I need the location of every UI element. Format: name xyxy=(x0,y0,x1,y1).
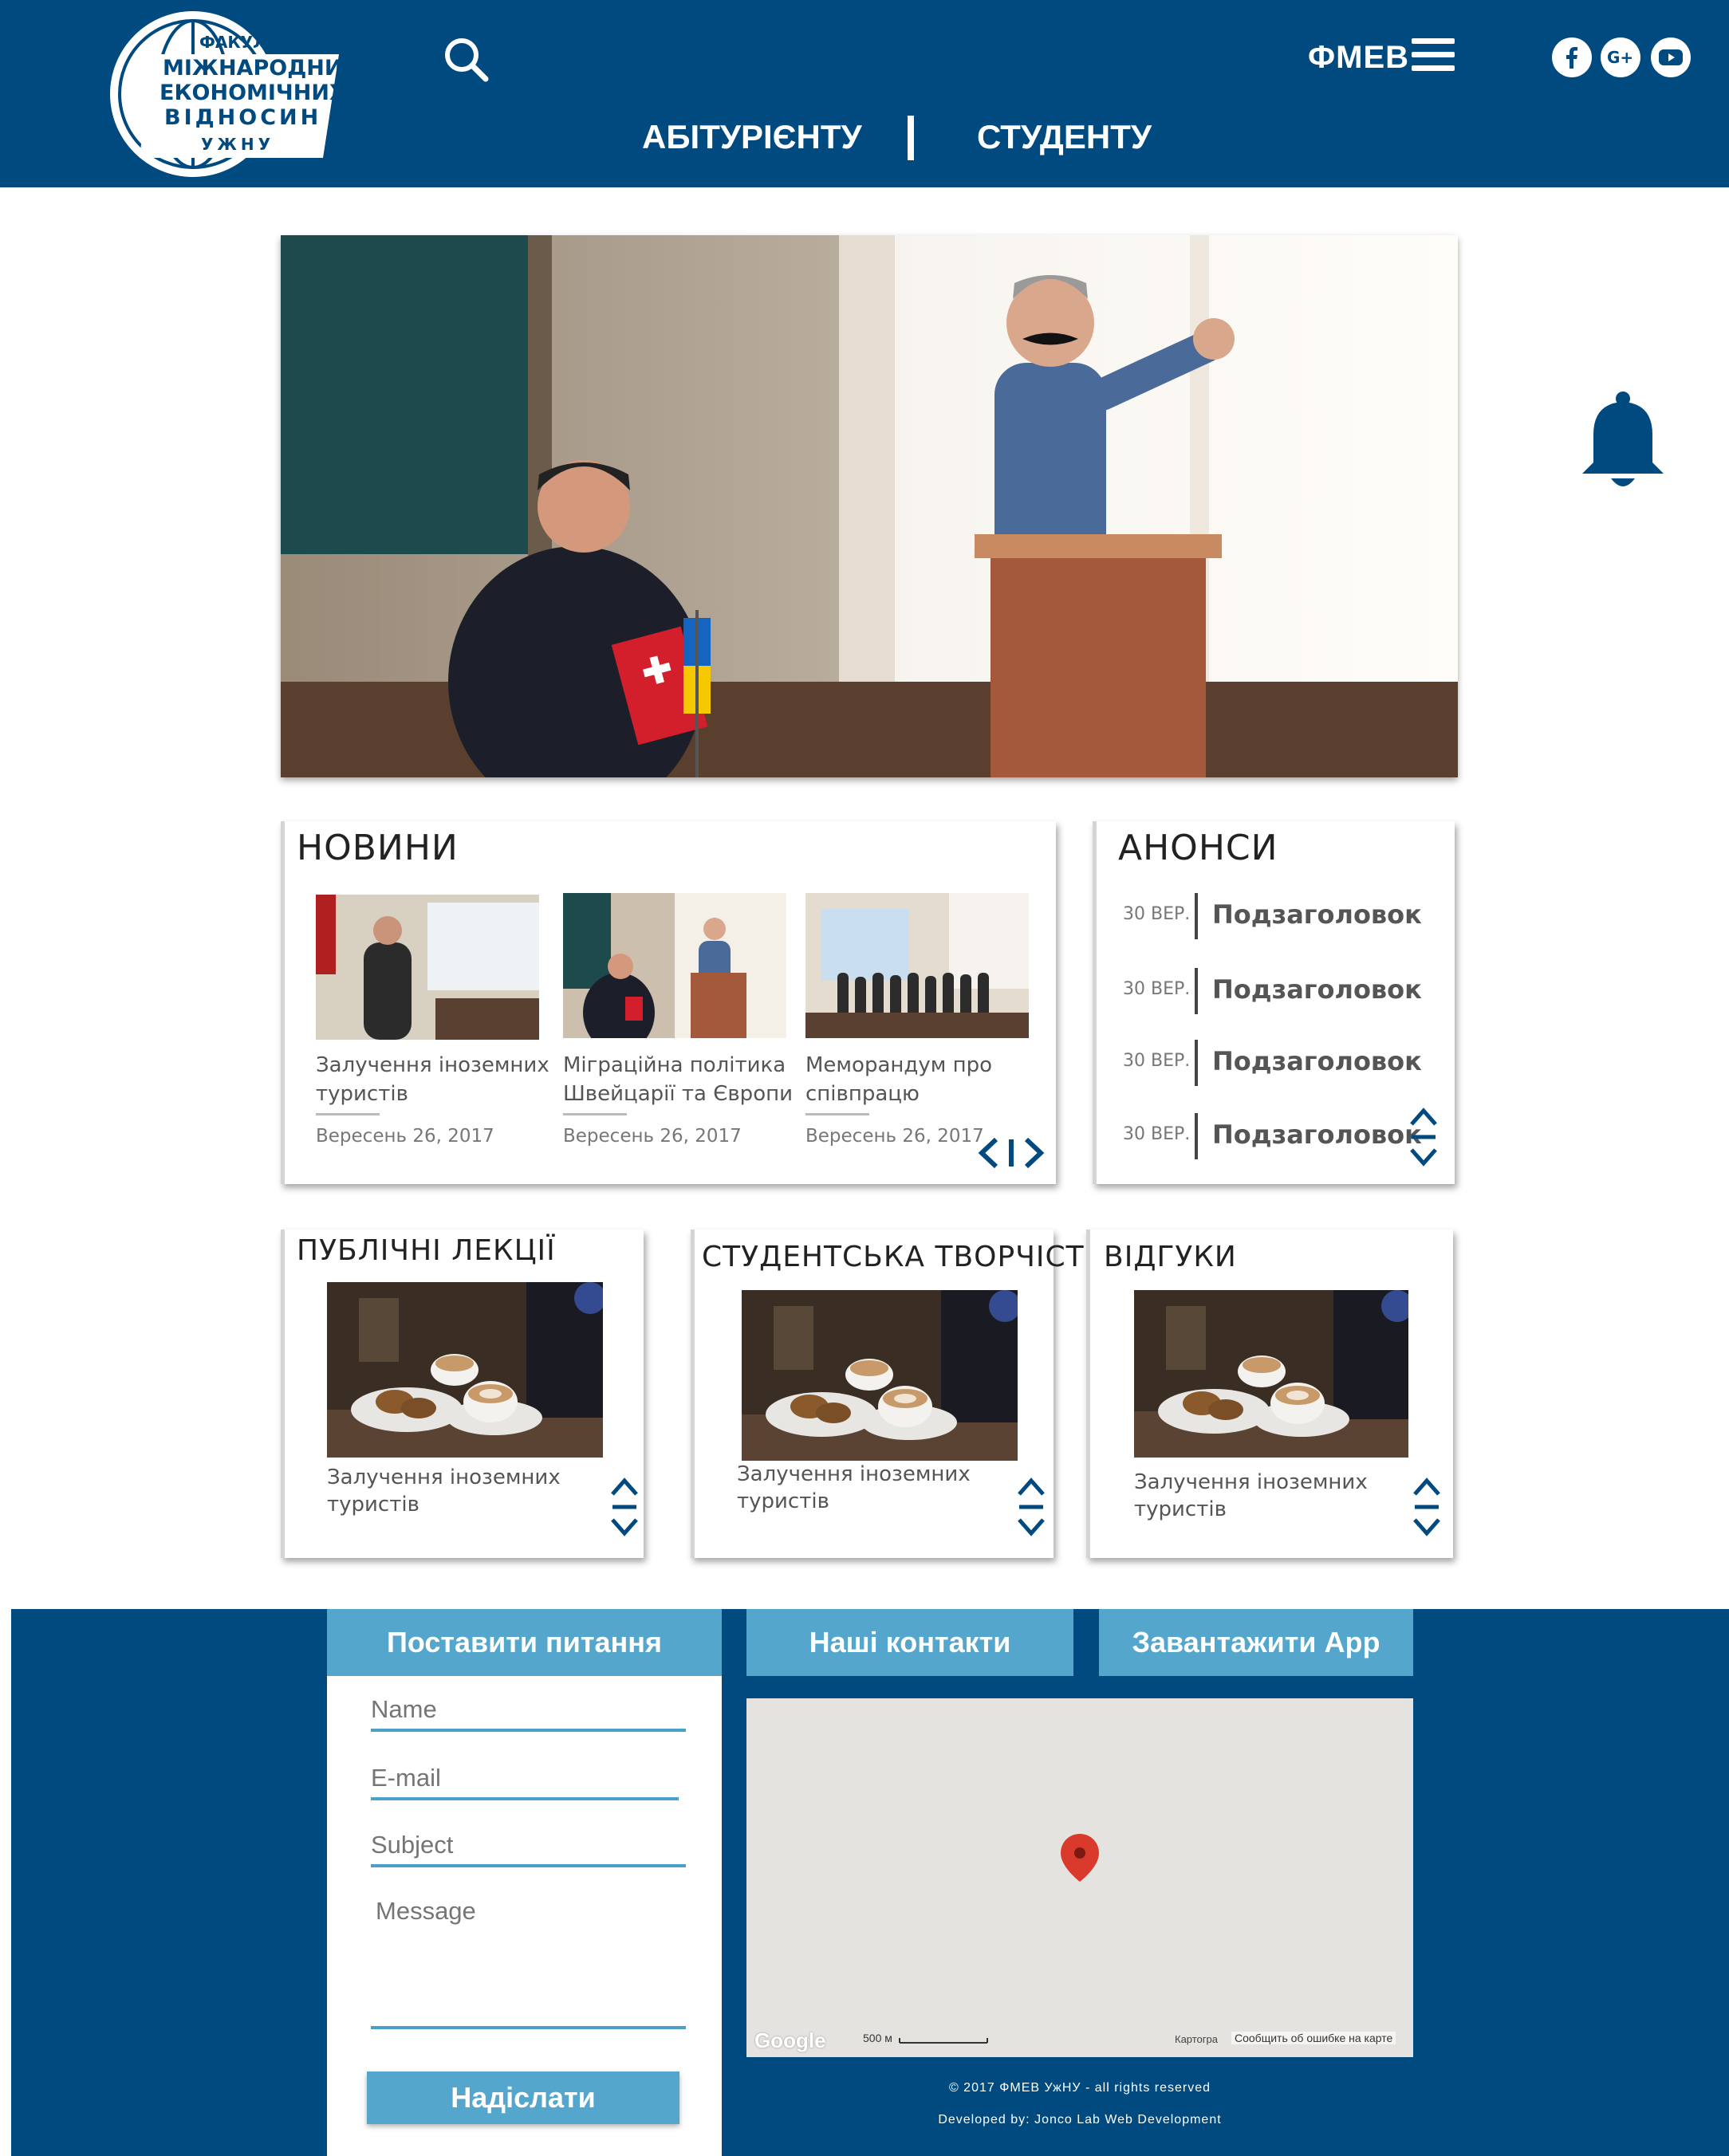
news-divider xyxy=(563,1113,627,1115)
search-icon[interactable] xyxy=(443,36,489,82)
map-report-link[interactable]: Сообщить об ошибке на карте xyxy=(1231,2032,1396,2044)
news-date-1: Вересень 26, 2017 xyxy=(316,1126,494,1147)
faculty-logo[interactable]: ФАКУЛЬТЕТ МІЖНАРОДНИХ ЕКОНОМІЧНИХ ВІДНОС… xyxy=(104,6,339,182)
nav-applicant[interactable]: АБІТУРІЄНТУ xyxy=(642,118,862,156)
news-thumb-2[interactable] xyxy=(563,893,786,1038)
carousel-arrows-icon[interactable] xyxy=(977,1136,1046,1170)
menu-icon[interactable] xyxy=(1412,38,1455,78)
svg-text:ВІДНОСИН: ВІДНОСИН xyxy=(164,105,321,130)
announcement-divider xyxy=(1195,968,1198,1014)
announcement-item[interactable]: Подзаголовок xyxy=(1212,1046,1422,1076)
news-caption-1[interactable]: Залучення іноземних туристів xyxy=(316,1051,555,1108)
scroll-arrows-icon[interactable] xyxy=(1408,1107,1439,1167)
card-caption[interactable]: Залучення іноземних туристів xyxy=(737,1461,976,1515)
announcement-date: 30 ВЕР. xyxy=(1123,1051,1191,1071)
scroll-arrows-icon[interactable] xyxy=(609,1477,640,1537)
svg-text:ЕКОНОМІЧНИХ: ЕКОНОМІЧНИХ xyxy=(160,81,339,105)
hero-photo xyxy=(281,235,1458,777)
news-title: НОВИНИ xyxy=(297,828,459,868)
news-date-3: Вересень 26, 2017 xyxy=(805,1126,984,1147)
announcement-divider xyxy=(1195,893,1198,939)
student-creativity-title: СТУДЕНТСЬКА ТВОРЧІСТЬ xyxy=(702,1241,1105,1273)
announcement-item[interactable]: Подзаголовок xyxy=(1212,1119,1422,1150)
developer-credit[interactable]: Developed by: Jonco Lab Web Development xyxy=(746,2113,1413,2127)
announcements-title: АНОНСИ xyxy=(1118,828,1278,868)
facebook-icon[interactable] xyxy=(1552,37,1592,77)
reviews-title: ВІДГУКИ xyxy=(1104,1241,1237,1273)
announcement-date: 30 ВЕР. xyxy=(1123,1124,1191,1144)
svg-text:ФАКУЛЬТЕТ: ФАКУЛЬТЕТ xyxy=(199,33,311,52)
announcement-divider xyxy=(1195,1113,1198,1159)
card-caption[interactable]: Залучення іноземних туристів xyxy=(1134,1469,1373,1523)
announcement-divider xyxy=(1195,1040,1198,1086)
google-logo: Google xyxy=(754,2028,826,2052)
card-image[interactable] xyxy=(1134,1290,1408,1458)
announcement-date: 30 ВЕР. xyxy=(1123,979,1191,999)
svg-text:МІЖНАРОДНИХ: МІЖНАРОДНИХ xyxy=(163,56,339,81)
svg-text:УЖНУ: УЖНУ xyxy=(201,135,274,154)
subject-field[interactable] xyxy=(371,1831,686,1867)
youtube-icon[interactable] xyxy=(1651,37,1691,77)
news-thumb-3[interactable] xyxy=(805,893,1029,1038)
map-attribution: Картогра xyxy=(1175,2033,1218,2045)
email-field[interactable] xyxy=(371,1764,679,1800)
tab-download-app[interactable]: Завантажити App xyxy=(1099,1609,1413,1676)
announcement-date: 30 ВЕР. xyxy=(1123,904,1191,924)
announcement-item[interactable]: Подзаголовок xyxy=(1212,899,1422,930)
card-image[interactable] xyxy=(742,1290,1018,1461)
google-plus-icon[interactable]: G+ xyxy=(1601,37,1640,77)
bell-icon[interactable] xyxy=(1577,391,1668,490)
nav-divider xyxy=(908,116,914,160)
tab-contacts[interactable]: Наші контакти xyxy=(746,1609,1073,1676)
copyright-text: © 2017 ФМЕВ УжНУ - all rights reserved xyxy=(948,2081,1211,2095)
news-caption-2[interactable]: Міграційна політика Швейцарії та Європи xyxy=(563,1051,802,1108)
nav-student[interactable]: СТУДЕНТУ xyxy=(977,118,1152,156)
site-name[interactable]: ФМЕВ xyxy=(1308,40,1409,76)
news-thumb-1[interactable] xyxy=(316,895,539,1040)
card-image[interactable] xyxy=(327,1282,603,1458)
news-caption-3[interactable]: Меморандум про співпрацю xyxy=(805,1051,1045,1108)
message-field[interactable] xyxy=(371,1894,686,2029)
site-header: ФАКУЛЬТЕТ МІЖНАРОДНИХ ЕКОНОМІЧНИХ ВІДНОС… xyxy=(0,0,1729,187)
submit-button[interactable]: Надіслати xyxy=(367,2071,679,2124)
tab-ask-question[interactable]: Поставити питання xyxy=(327,1609,722,1676)
scroll-arrows-icon[interactable] xyxy=(1016,1477,1046,1537)
news-divider xyxy=(316,1113,380,1115)
card-caption[interactable]: Залучення іноземних туристів xyxy=(327,1464,566,1518)
news-date-2: Вересень 26, 2017 xyxy=(563,1126,742,1147)
announcement-item[interactable]: Подзаголовок xyxy=(1212,974,1422,1005)
svg-text:G+: G+ xyxy=(1607,49,1633,66)
contacts-map[interactable]: Google 500 м Картогра Сообщить об ошибке… xyxy=(746,1698,1413,2057)
name-field[interactable] xyxy=(371,1695,686,1732)
news-divider xyxy=(805,1113,869,1115)
public-lectures-title: ПУБЛІЧНІ ЛЕКЦІЇ xyxy=(297,1234,556,1267)
scroll-arrows-icon[interactable] xyxy=(1412,1477,1442,1537)
map-scale: 500 м xyxy=(863,2032,892,2044)
